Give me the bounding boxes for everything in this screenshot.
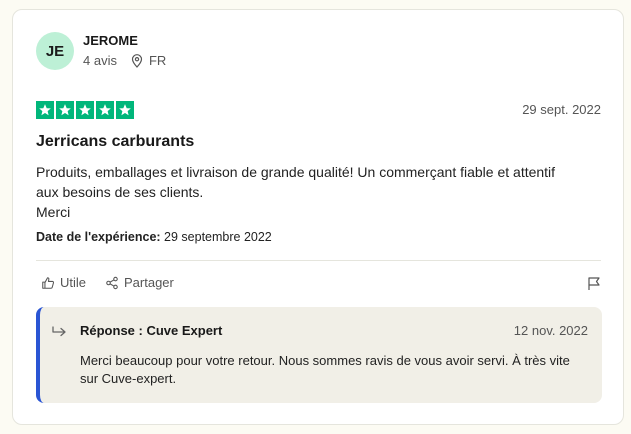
review-body-line: Produits, emballages et livraison de gra… bbox=[36, 164, 556, 180]
review-card: JE JEROME 4 avis FR 29 sept. 2022 Jerric… bbox=[12, 9, 624, 425]
location-pin-icon bbox=[131, 53, 143, 68]
share-icon bbox=[106, 276, 118, 289]
reply-title: Réponse : Cuve Expert bbox=[80, 323, 223, 338]
star-icon bbox=[36, 101, 54, 119]
share-label: Partager bbox=[124, 275, 174, 290]
star-icon bbox=[56, 101, 74, 119]
avatar[interactable]: JE bbox=[36, 32, 74, 70]
experience-date-value: 29 septembre 2022 bbox=[164, 230, 272, 244]
review-body: Produits, emballages et livraison de gra… bbox=[36, 162, 596, 222]
useful-label: Utile bbox=[60, 275, 87, 290]
star-rating bbox=[36, 101, 134, 119]
company-reply: Réponse : Cuve Expert 12 nov. 2022 Merci… bbox=[36, 307, 602, 403]
user-name[interactable]: JEROME bbox=[83, 33, 138, 48]
reply-date: 12 nov. 2022 bbox=[513, 323, 588, 338]
star-icon bbox=[76, 101, 94, 119]
thumbs-up-icon bbox=[42, 276, 55, 289]
experience-date: Date de l'expérience: 29 septembre 2022 bbox=[36, 230, 272, 244]
divider bbox=[36, 260, 601, 261]
star-icon bbox=[116, 101, 134, 119]
useful-button[interactable]: Utile bbox=[41, 275, 86, 290]
review-count: 4 avis bbox=[83, 53, 117, 68]
reply-arrow-icon bbox=[52, 325, 68, 344]
review-date: 29 sept. 2022 bbox=[522, 102, 601, 117]
review-title[interactable]: Jerricans carburants bbox=[36, 133, 194, 151]
reply-text: Merci beaucoup pour votre retour. Nous s… bbox=[80, 353, 570, 386]
review-body-line: aux besoins de ses clients. bbox=[36, 184, 204, 200]
review-body-line: Merci bbox=[36, 204, 71, 220]
user-meta: 4 avis FR bbox=[83, 53, 166, 68]
experience-date-label: Date de l'expérience: bbox=[36, 230, 161, 244]
star-icon bbox=[96, 101, 114, 119]
user-country: FR bbox=[148, 53, 167, 68]
share-button[interactable]: Partager bbox=[105, 275, 174, 290]
report-flag-icon[interactable] bbox=[587, 276, 601, 296]
